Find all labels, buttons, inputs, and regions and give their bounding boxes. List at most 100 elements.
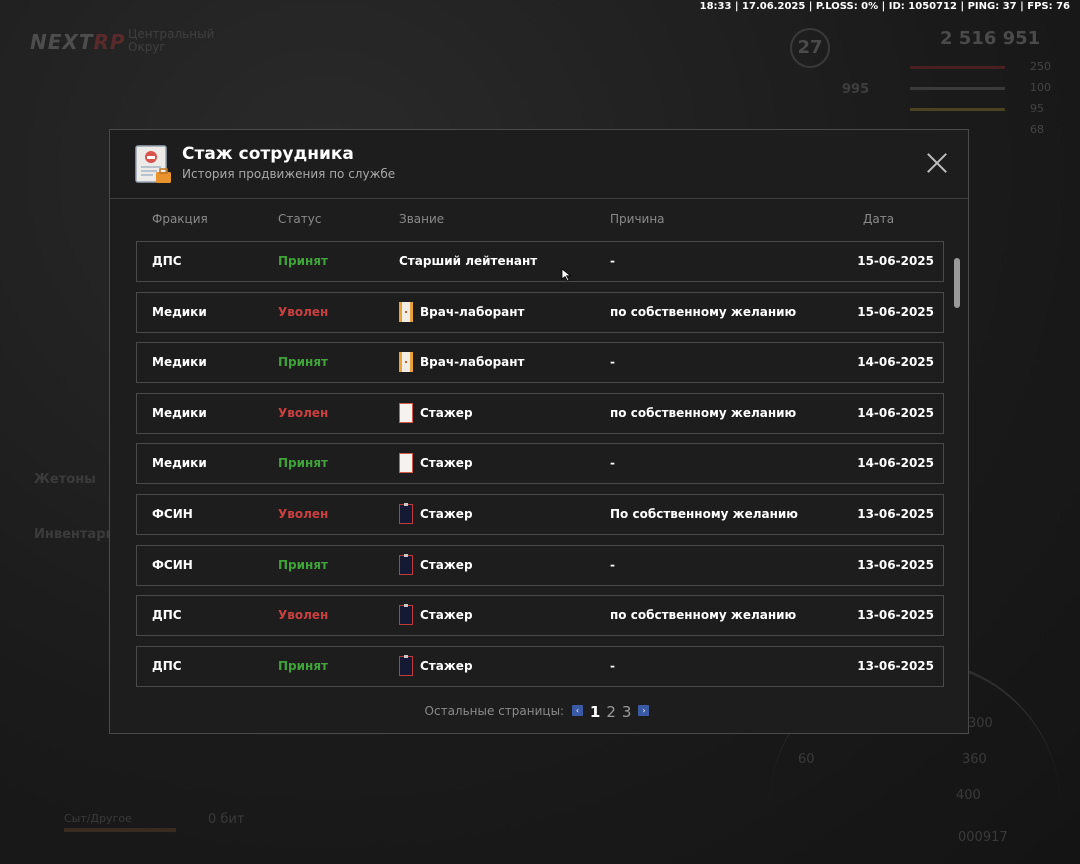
close-button[interactable] <box>924 150 950 176</box>
table-row[interactable]: ДПС Принят Старший лейтенант - 15-06-2025 <box>136 241 944 282</box>
modal-title: Стаж сотрудника <box>182 144 354 164</box>
scrollbar[interactable] <box>954 258 960 308</box>
chevron-right-icon[interactable]: › <box>638 705 650 716</box>
column-header-rank: Звание <box>399 212 445 226</box>
hud-stat-water: 68 <box>1030 123 1044 136</box>
location-label: Центральный Округ <box>128 27 215 54</box>
date-cell: 13-06-2025 <box>857 608 934 622</box>
table-row[interactable]: ФСИН Уволен Стажер По собственному желанию 1… <box>136 494 944 535</box>
lab-badge-icon <box>399 301 413 322</box>
date-cell: 13-06-2025 <box>857 507 934 521</box>
hud-stat-food: 95 <box>1030 102 1044 115</box>
faction-cell: ДПС <box>152 608 182 622</box>
modal-header: Стаж сотрудника История продвижения по с… <box>110 130 968 199</box>
rank-cell: Стажер <box>399 495 473 534</box>
rank-label: Стажер <box>420 507 473 521</box>
fsin-badge-icon <box>399 603 413 625</box>
status-cell: Уволен <box>278 406 329 420</box>
rank-cell: Врач-лаборант <box>399 343 525 382</box>
rank-label: Врач-лаборант <box>420 355 525 369</box>
inventory-label: Инвентарь <box>34 527 114 542</box>
modal-subtitle: История продвижения по службе <box>182 167 396 181</box>
speed-tick: 60 <box>798 752 815 767</box>
column-header-reason: Причина <box>610 212 665 226</box>
date-cell: 14-06-2025 <box>857 456 934 470</box>
faction-cell: Медики <box>152 406 207 420</box>
status-cell: Уволен <box>278 507 329 521</box>
rank-cell: Стажер <box>399 394 473 433</box>
date-cell: 15-06-2025 <box>857 305 934 319</box>
page-1-button[interactable]: 1 <box>590 703 600 721</box>
tokens-label: Жетоны <box>34 472 96 487</box>
intern-badge-icon <box>399 402 413 423</box>
table-row[interactable]: ДПС Уволен Стажер по собственному желанию 13… <box>136 595 944 636</box>
table-row[interactable]: Медики Принят Стажер - 14-06-2025 <box>136 443 944 484</box>
reason-cell: - <box>610 254 615 268</box>
date-cell: 14-06-2025 <box>857 355 934 369</box>
faction-cell: Медики <box>152 305 207 319</box>
rank-cell: Стажер <box>399 596 473 635</box>
reason-cell: по собственному желанию <box>610 608 797 622</box>
rank-label: Стажер <box>420 608 473 622</box>
status-cell: Принят <box>278 456 328 470</box>
reason-cell: по собственному желанию <box>610 305 797 319</box>
hunger-bar <box>64 828 176 832</box>
status-cell: Уволен <box>278 305 329 319</box>
fsin-badge-icon <box>399 654 413 676</box>
reason-cell: - <box>610 355 615 369</box>
reason-cell: - <box>610 456 615 470</box>
status-cell: Принят <box>278 254 328 268</box>
date-cell: 13-06-2025 <box>857 558 934 572</box>
faction-cell: ДПС <box>152 254 182 268</box>
level-badge: 27 <box>790 28 830 68</box>
rank-cell: Стажер <box>399 647 473 686</box>
fsin-badge-icon <box>399 502 413 524</box>
intern-badge-icon <box>399 452 413 473</box>
table-row[interactable]: ФСИН Принят Стажер - 13-06-2025 <box>136 545 944 586</box>
rank-label: Стажер <box>420 558 473 572</box>
food-bar <box>910 108 1005 111</box>
table-row[interactable]: Медики Уволен Врач-лаборант по собственному… <box>136 292 944 333</box>
chevron-left-icon[interactable]: ‹ <box>571 705 583 716</box>
page-2-button[interactable]: 2 <box>606 703 616 721</box>
reason-cell: - <box>610 659 615 673</box>
column-header-date: Дата <box>863 212 895 226</box>
faction-cell: ДПС <box>152 659 182 673</box>
odometer: 000917 <box>958 830 1008 845</box>
faction-cell: ФСИН <box>152 558 193 572</box>
status-cell: Принят <box>278 355 328 369</box>
employee-history-modal: Стаж сотрудника История продвижения по с… <box>109 129 969 734</box>
money-counter: 2 516 951 <box>940 28 1041 49</box>
faction-cell: Медики <box>152 355 207 369</box>
lab-badge-icon <box>399 351 413 372</box>
column-header-faction: Фракция <box>152 212 208 226</box>
faction-cell: ФСИН <box>152 507 193 521</box>
table-row[interactable]: Медики Уволен Стажер по собственному желани… <box>136 393 944 434</box>
rank-cell: Старший лейтенант <box>399 242 537 281</box>
status-line: 18:33 | 17.06.2025 | P.LOSS: 0% | ID: 10… <box>699 1 1070 12</box>
server-logo: NEXTRP <box>30 30 126 54</box>
armor-bar <box>910 87 1005 90</box>
speed-tick: 300 <box>968 716 993 731</box>
rank-label: Стажер <box>420 456 473 470</box>
bits-label: 0 бит <box>208 812 245 827</box>
status-cell: Принят <box>278 659 328 673</box>
history-list[interactable]: ДПС Принят Старший лейтенант -15-06-2025 Мед… <box>136 241 944 687</box>
date-cell: 14-06-2025 <box>857 406 934 420</box>
date-cell: 15-06-2025 <box>857 254 934 268</box>
rank-cell: Стажер <box>399 444 473 483</box>
rank-label: Стажер <box>420 406 473 420</box>
rank-label: Врач-лаборант <box>420 305 525 319</box>
speed-tick: 400 <box>956 788 981 803</box>
rank-label: Старший лейтенант <box>399 254 538 268</box>
page-3-button[interactable]: 3 <box>622 703 632 721</box>
date-cell: 13-06-2025 <box>857 659 934 673</box>
reason-cell: По собственному желанию <box>610 507 798 521</box>
table-row[interactable]: Медики Принят Врач-лаборант - 14-06-2025 <box>136 342 944 383</box>
column-header-status: Статус <box>278 212 322 226</box>
table-row[interactable]: ДПС Принят Стажер - 13-06-2025 <box>136 646 944 687</box>
hud-stat-armor: 100 <box>1030 81 1051 94</box>
rank-label: Стажер <box>420 659 473 673</box>
pagination-label: Остальные страницы: <box>424 704 565 718</box>
speed-tick: 360 <box>962 752 987 767</box>
